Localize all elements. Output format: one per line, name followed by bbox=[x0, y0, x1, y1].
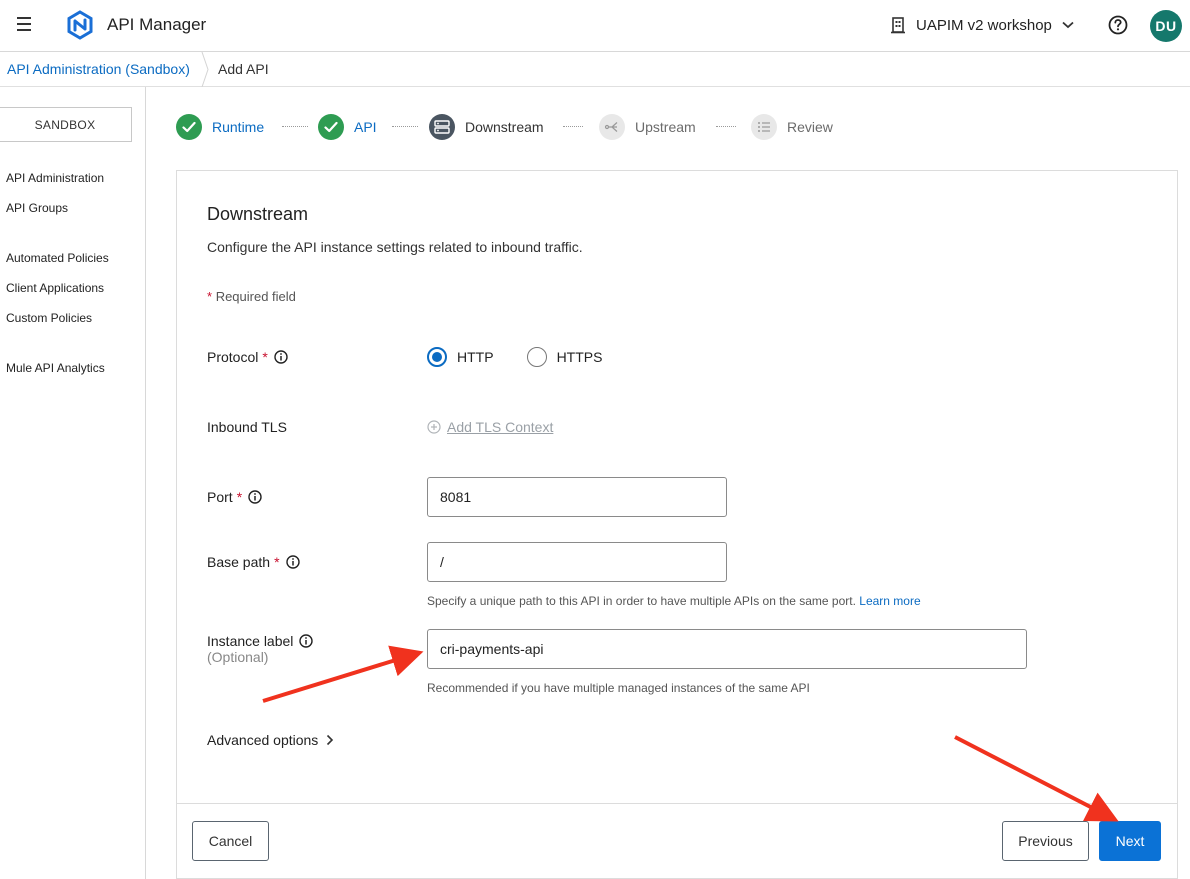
port-input[interactable] bbox=[427, 477, 727, 517]
breadcrumb: API Administration (Sandbox) Add API bbox=[0, 52, 1190, 87]
step-label: Review bbox=[787, 119, 833, 135]
info-icon[interactable] bbox=[248, 490, 262, 504]
check-icon bbox=[318, 114, 344, 140]
sidebar-item-custom-policies[interactable]: Custom Policies bbox=[6, 311, 92, 325]
sidebar-item-api-groups[interactable]: API Groups bbox=[6, 201, 68, 215]
protocol-option-http[interactable]: HTTP bbox=[457, 349, 494, 365]
breadcrumb-current: Add API bbox=[218, 61, 269, 77]
avatar[interactable]: DU bbox=[1150, 10, 1182, 42]
required-star: * bbox=[236, 489, 243, 505]
required-star: * bbox=[207, 289, 213, 304]
instance-label-label-text: Instance label bbox=[207, 633, 294, 649]
next-button[interactable]: Next bbox=[1099, 821, 1161, 861]
protocol-radio-group: HTTP HTTPS bbox=[427, 346, 602, 368]
required-field-note: * Required field bbox=[207, 289, 296, 304]
step-api[interactable]: API bbox=[318, 114, 377, 140]
optional-tag: (Optional) bbox=[207, 649, 269, 665]
question-circle-icon[interactable] bbox=[1108, 15, 1128, 35]
previous-button[interactable]: Previous bbox=[1002, 821, 1089, 861]
chevron-right-icon bbox=[327, 734, 334, 746]
list-icon bbox=[751, 114, 777, 140]
org-switcher[interactable]: UAPIM v2 workshop bbox=[890, 14, 1074, 36]
hamburger-icon[interactable] bbox=[17, 13, 37, 35]
org-name: UAPIM v2 workshop bbox=[916, 16, 1052, 34]
base-path-label-text: Base path bbox=[207, 554, 271, 570]
building-icon bbox=[891, 17, 905, 34]
step-connector bbox=[282, 126, 308, 128]
port-label: Port * bbox=[207, 489, 262, 505]
environment-switcher[interactable]: SANDBOX bbox=[0, 107, 132, 142]
step-runtime[interactable]: Runtime bbox=[176, 114, 264, 140]
protocol-option-https[interactable]: HTTPS bbox=[557, 349, 603, 365]
cancel-button[interactable]: Cancel bbox=[192, 821, 269, 861]
base-path-label: Base path * bbox=[207, 554, 300, 570]
required-star: * bbox=[274, 554, 280, 570]
advanced-options-text: Advanced options bbox=[207, 732, 319, 748]
protocol-label: Protocol * bbox=[207, 349, 288, 365]
section-title: Downstream bbox=[207, 204, 309, 224]
sidebar-item-mule-api-analytics[interactable]: Mule API Analytics bbox=[6, 361, 105, 375]
learn-more-link[interactable]: Learn more bbox=[859, 594, 920, 608]
form-card bbox=[176, 170, 1178, 879]
step-label: Runtime bbox=[212, 119, 265, 135]
step-label: Downstream bbox=[465, 119, 544, 135]
app-title: API Manager bbox=[107, 15, 207, 34]
step-upstream[interactable]: Upstream bbox=[599, 114, 696, 140]
protocol-radio-http[interactable] bbox=[427, 347, 447, 367]
upstream-icon bbox=[599, 114, 625, 140]
check-icon bbox=[176, 114, 202, 140]
step-label: Upstream bbox=[635, 119, 696, 135]
instance-label-input[interactable] bbox=[427, 629, 1027, 669]
instance-label-label: Instance label bbox=[207, 633, 314, 649]
info-icon[interactable] bbox=[285, 555, 300, 569]
sidebar-item-automated-policies[interactable]: Automated Policies bbox=[6, 251, 109, 265]
step-review[interactable]: Review bbox=[751, 114, 833, 140]
required-note-text: Required field bbox=[215, 289, 296, 304]
sidebar-item-client-applications[interactable]: Client Applications bbox=[6, 281, 104, 295]
step-downstream[interactable]: Downstream bbox=[429, 114, 544, 140]
sidebar: SANDBOX API Administration API Groups Au… bbox=[0, 87, 146, 879]
port-label-text: Port bbox=[207, 489, 233, 505]
add-tls-context-text: Add TLS Context bbox=[447, 419, 554, 435]
info-icon[interactable] bbox=[274, 350, 288, 364]
downstream-icon bbox=[429, 114, 455, 140]
inbound-tls-label: Inbound TLS bbox=[207, 419, 287, 435]
plus-circle-icon bbox=[427, 420, 441, 434]
hexagon-logo-icon[interactable] bbox=[66, 10, 94, 40]
protocol-radio-https[interactable] bbox=[526, 347, 547, 367]
base-path-helper: Specify a unique path to this API in ord… bbox=[427, 594, 921, 608]
top-bar: API Manager UAPIM v2 workshop DU bbox=[0, 0, 1190, 52]
chevron-down-icon bbox=[1062, 21, 1074, 29]
instance-label-helper: Recommended if you have multiple managed… bbox=[427, 681, 810, 695]
base-path-helper-text: Specify a unique path to this API in ord… bbox=[427, 594, 856, 608]
step-connector bbox=[563, 126, 583, 128]
breadcrumb-separator-icon bbox=[201, 52, 209, 87]
protocol-label-text: Protocol bbox=[207, 349, 259, 365]
advanced-options-toggle[interactable]: Advanced options bbox=[207, 732, 334, 748]
step-connector bbox=[392, 126, 418, 128]
section-description: Configure the API instance settings rela… bbox=[207, 239, 583, 255]
sidebar-item-api-administration[interactable]: API Administration bbox=[6, 171, 104, 185]
step-label: API bbox=[354, 119, 377, 135]
breadcrumb-parent-link[interactable]: API Administration (Sandbox) bbox=[7, 61, 190, 77]
card-footer-divider bbox=[177, 803, 1177, 804]
required-star: * bbox=[262, 349, 268, 365]
base-path-input[interactable] bbox=[427, 542, 727, 582]
add-tls-context-link[interactable]: Add TLS Context bbox=[427, 419, 553, 435]
info-icon[interactable] bbox=[299, 634, 314, 648]
step-connector bbox=[716, 126, 736, 128]
